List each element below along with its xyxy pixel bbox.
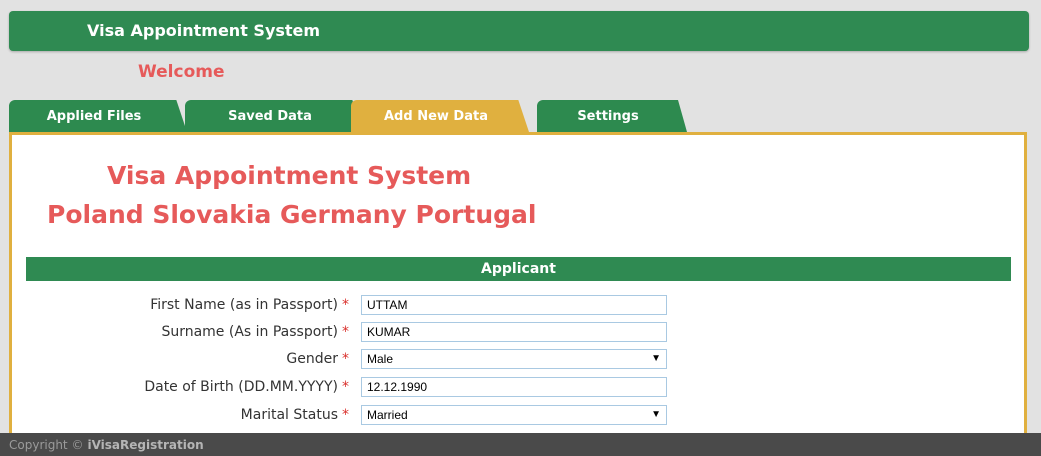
dob-input[interactable]: 12.12.1990 (361, 377, 667, 397)
required-marker: * (342, 407, 349, 423)
tab-label: Applied Files (46, 108, 142, 124)
form-row-first-name: First Name (as in Passport) * UTTAM (12, 294, 1024, 318)
marital-status-label: Marital Status * (240, 407, 349, 423)
app-title: Visa Appointment System (87, 21, 321, 40)
page-subheading: Poland Slovakia Germany Portugal (47, 200, 537, 229)
tab-saved-data[interactable]: Saved Data (185, 100, 363, 132)
first-name-label: First Name (as in Passport) * (150, 297, 349, 313)
gender-select[interactable]: Male ▼ (361, 349, 667, 369)
dropdown-arrow-icon: ▼ (651, 409, 661, 420)
form-row-marital-status: Marital Status * Married ▼ (12, 404, 1024, 428)
surname-label: Surname (As in Passport) * (161, 324, 349, 340)
required-marker: * (342, 379, 349, 395)
marital-status-select[interactable]: Married ▼ (361, 405, 667, 425)
tab-label: Add New Data (384, 108, 488, 124)
applicant-section-header: Applicant (26, 257, 1011, 281)
form-row-dob: Date of Birth (DD.MM.YYYY) * 12.12.1990 (12, 376, 1024, 400)
footer-brand: iVisaRegistration (87, 437, 204, 452)
app-header: Visa Appointment System (9, 11, 1029, 51)
dob-label: Date of Birth (DD.MM.YYYY) * (144, 379, 349, 395)
tab-settings[interactable]: Settings (537, 100, 687, 132)
tab-label: Settings (577, 108, 639, 124)
tab-label: Saved Data (228, 108, 312, 124)
surname-input[interactable]: KUMAR (361, 322, 667, 342)
page-heading: Visa Appointment System (107, 161, 472, 190)
footer: Copyright © iVisaRegistration (0, 433, 1041, 456)
gender-label: Gender * (286, 351, 349, 367)
copyright-text: Copyright © (9, 437, 84, 452)
required-marker: * (342, 324, 349, 340)
content-panel: Visa Appointment System Poland Slovakia … (9, 132, 1027, 452)
dropdown-arrow-icon: ▼ (651, 353, 661, 364)
first-name-input[interactable]: UTTAM (361, 295, 667, 315)
form-row-gender: Gender * Male ▼ (12, 348, 1024, 372)
required-marker: * (342, 351, 349, 367)
tab-applied-files[interactable]: Applied Files (9, 100, 187, 132)
section-title: Applicant (481, 261, 556, 277)
welcome-text: Welcome (138, 62, 225, 82)
form-row-surname: Surname (As in Passport) * KUMAR (12, 321, 1024, 345)
tab-add-new-data[interactable]: Add New Data (351, 100, 529, 132)
required-marker: * (342, 297, 349, 313)
